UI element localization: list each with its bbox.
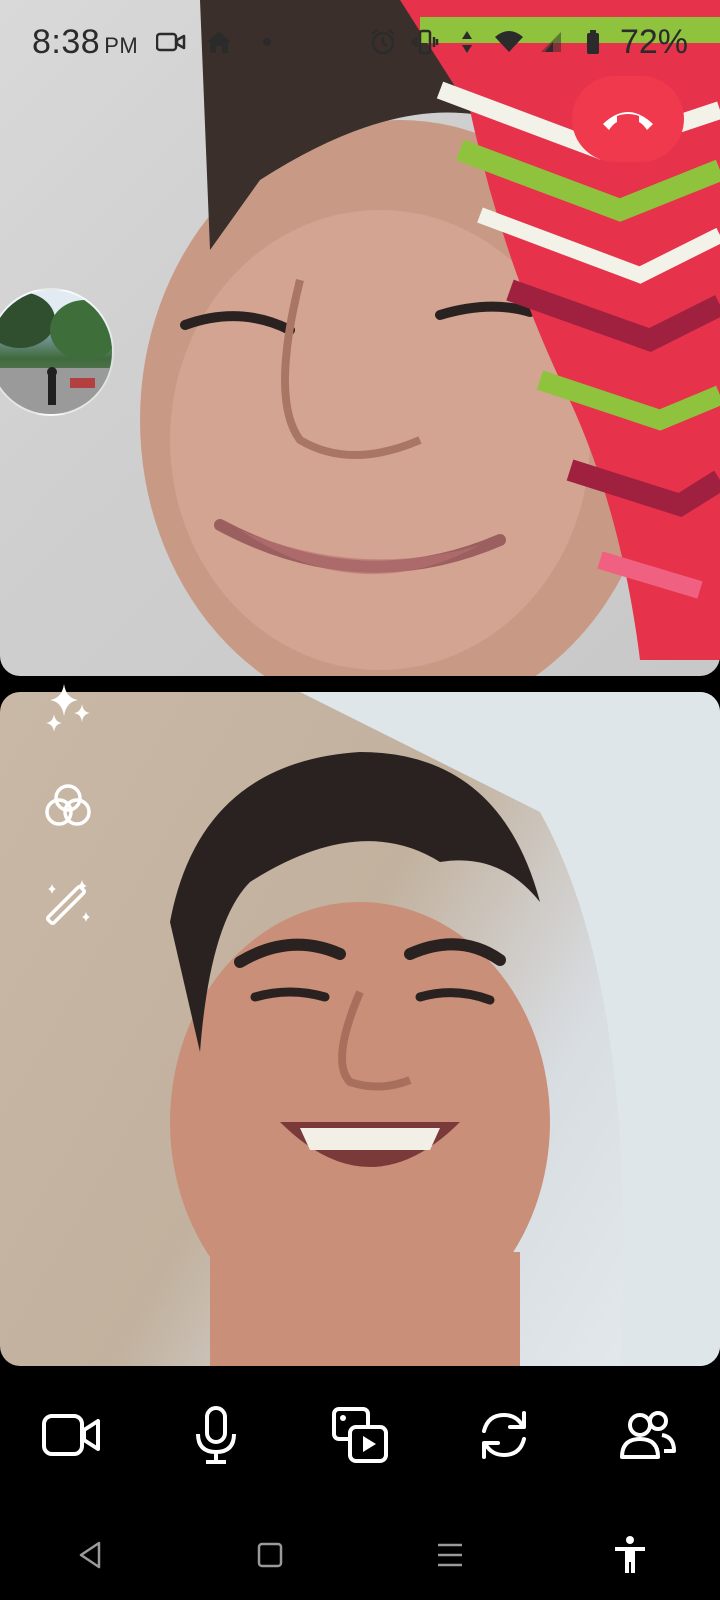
camera-toggle-button[interactable]	[37, 1400, 107, 1470]
microphone-icon	[196, 1406, 236, 1464]
call-controls-bar	[0, 1380, 720, 1490]
system-navigation-bar	[0, 1510, 720, 1600]
effects-toolbar	[40, 680, 96, 932]
home-button[interactable]	[240, 1525, 300, 1585]
accessibility-button[interactable]	[600, 1525, 660, 1585]
video-call-screen: 8:38 PM 72%	[0, 0, 720, 1600]
people-icon	[620, 1411, 676, 1459]
participants-button[interactable]	[613, 1400, 683, 1470]
battery-percentage: 72%	[619, 22, 688, 61]
data-arrows-icon	[452, 27, 482, 57]
recents-icon	[438, 1543, 462, 1567]
flip-camera-icon	[482, 1411, 526, 1459]
media-share-icon	[332, 1407, 388, 1463]
magic-wand-icon	[45, 880, 90, 926]
local-video-feed[interactable]	[0, 692, 720, 1366]
magic-wand-button[interactable]	[40, 876, 96, 932]
battery-icon	[578, 27, 608, 57]
microphone-toggle-button[interactable]	[181, 1400, 251, 1470]
local-video-image	[170, 692, 720, 1366]
status-bar: 8:38 PM 72%	[0, 0, 720, 84]
vibrate-icon	[410, 27, 440, 57]
wifi-icon	[494, 27, 524, 57]
video-camera-icon	[42, 1414, 100, 1456]
end-call-icon	[603, 112, 653, 130]
back-icon	[79, 1541, 101, 1569]
share-media-button[interactable]	[325, 1400, 395, 1470]
signal-icon	[536, 27, 566, 57]
alarm-icon	[368, 27, 398, 57]
dot-icon	[252, 27, 282, 57]
back-button[interactable]	[60, 1525, 120, 1585]
video-camera-icon	[156, 27, 186, 57]
filters-button[interactable]	[40, 778, 96, 834]
end-call-button[interactable]	[572, 76, 684, 162]
flip-camera-button[interactable]	[469, 1400, 539, 1470]
effects-button[interactable]	[40, 680, 96, 736]
pip-video-image	[0, 290, 112, 414]
home-icon	[204, 27, 234, 57]
accessibility-icon	[615, 1536, 645, 1573]
recents-button[interactable]	[420, 1525, 480, 1585]
clock: 8:38 PM	[32, 22, 139, 61]
filters-icon	[45, 784, 91, 826]
sparkles-icon	[46, 684, 90, 732]
home-icon	[257, 1542, 283, 1568]
